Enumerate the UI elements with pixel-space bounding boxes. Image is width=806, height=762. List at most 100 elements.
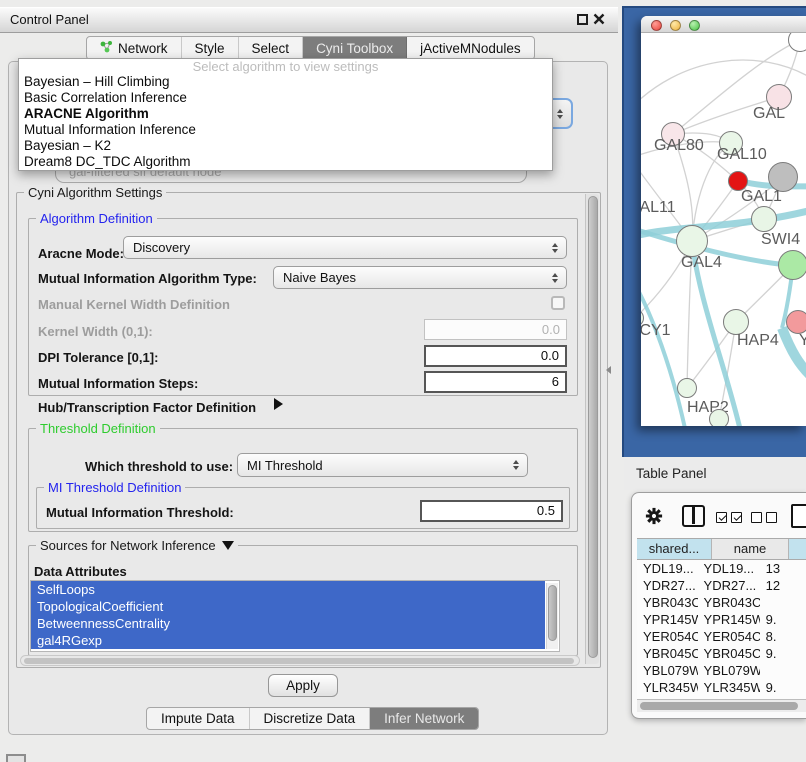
node-y[interactable] — [786, 310, 806, 334]
table-row[interactable]: YER054CYER054C8. — [637, 628, 806, 645]
tab-select[interactable]: Select — [239, 37, 304, 59]
control-panel-titlebar — [0, 7, 618, 33]
table-panel-title: Table Panel — [636, 466, 707, 481]
mi-threshold-input[interactable]: 0.5 — [420, 500, 563, 522]
node[interactable] — [709, 409, 729, 426]
which-threshold-value: MI Threshold — [247, 458, 323, 473]
column-header-a[interactable]: A — [789, 539, 806, 559]
network-window-titlebar[interactable] — [641, 16, 806, 33]
tab-impute-data[interactable]: Impute Data — [147, 708, 250, 729]
tab-infer-network[interactable]: Infer Network — [370, 708, 478, 729]
node-label-gal80: GAL80 — [654, 137, 704, 155]
attribute-item-topologicalcoefficient[interactable]: TopologicalCoefficient — [31, 598, 545, 615]
tab-network[interactable]: Network — [87, 37, 182, 59]
table-cell: YER054C — [698, 628, 760, 645]
tab-cyni-toolbox[interactable]: Cyni Toolbox — [303, 37, 407, 59]
float-window-icon[interactable] — [577, 14, 588, 25]
aracne-mode-value: Discovery — [133, 240, 190, 255]
deselect-all-checkboxes-icon[interactable] — [751, 512, 777, 523]
table-row[interactable]: YDR27...YDR27...12 — [637, 577, 806, 594]
table-cell: YDR27... — [698, 577, 760, 594]
table-cell: 12 — [760, 577, 806, 594]
bottom-tab-strip: Impute DataDiscretize DataInfer Network — [146, 707, 479, 730]
table-cell: YPR145W — [637, 611, 698, 628]
zoom-traffic-light-icon[interactable] — [689, 20, 700, 31]
table-cell: YLR345W — [698, 679, 760, 696]
control-panel-title: Control Panel — [10, 12, 89, 27]
settings-vertical-scrollbar[interactable] — [585, 194, 599, 664]
spinner-arrows-icon — [552, 273, 558, 283]
table-cell: YBR045C — [637, 645, 698, 662]
table-cell: YDR27... — [637, 577, 698, 594]
tab-jactivemnodules[interactable]: jActiveMNodules — [407, 37, 534, 59]
mi-type-combo[interactable]: Naive Bayes — [273, 266, 567, 289]
table-cell: YDL19... — [698, 560, 760, 577]
attribute-item-selfloops[interactable]: SelfLoops — [31, 581, 545, 598]
minimize-traffic-light-icon[interactable] — [670, 20, 681, 31]
close-icon[interactable] — [593, 13, 605, 25]
split-table-icon[interactable] — [682, 505, 705, 527]
algorithm-option-bayesian-k2[interactable]: Bayesian – K2 — [19, 138, 552, 154]
tab-label: Select — [252, 41, 290, 56]
table-row[interactable]: YDL19...YDL19...13 — [637, 560, 806, 577]
table-cell: 9. — [760, 645, 806, 662]
algorithm-option-basic-correlation-inference[interactable]: Basic Correlation Inference — [19, 90, 552, 106]
dpi-tolerance-label: DPI Tolerance [0,1]: — [38, 350, 158, 365]
algorithm-option-aracne-algorithm[interactable]: ARACNE Algorithm — [19, 106, 552, 122]
column-header-name[interactable]: name — [712, 539, 789, 559]
node-swi4[interactable] — [778, 250, 806, 280]
table-settings-gear-icon[interactable] — [645, 507, 663, 525]
close-traffic-light-icon[interactable] — [651, 20, 662, 31]
settings-horizontal-scrollbar[interactable] — [20, 655, 580, 666]
node-label-gal10: GAL10 — [717, 146, 767, 164]
tab-label: jActiveMNodules — [420, 41, 521, 56]
algorithm-option-dream8-dc-tdc-algorithm[interactable]: Dream8 DC_TDC Algorithm — [19, 154, 552, 170]
attributes-scrollbar-thumb[interactable] — [548, 585, 557, 641]
tab-discretize-data[interactable]: Discretize Data — [250, 708, 371, 729]
minimized-panel-icon[interactable] — [6, 754, 26, 762]
table-cell: 8. — [760, 628, 806, 645]
panel-splitter-handle[interactable] — [606, 366, 611, 374]
node-gal1[interactable] — [751, 206, 777, 232]
table-cell: 9. — [760, 611, 806, 628]
node-label-gal4: GAL4 — [681, 254, 722, 272]
spinner-arrows-icon — [513, 460, 519, 470]
table-row[interactable]: YBR043CYBR043C — [637, 594, 806, 611]
data-attributes-list[interactable]: SelfLoopsTopologicalCoefficientBetweenne… — [30, 580, 560, 652]
table-cell: YBL079W — [698, 662, 760, 679]
mi-threshold-label: Mutual Information Threshold: — [46, 505, 234, 520]
table-row[interactable]: YPR145WYPR145W9. — [637, 611, 806, 628]
aracne-mode-combo[interactable]: Discovery — [123, 236, 567, 259]
manual-kernel-checkbox[interactable] — [551, 296, 565, 310]
select-all-checkboxes-icon[interactable] — [716, 512, 742, 523]
mi-steps-input[interactable]: 6 — [424, 371, 567, 393]
which-threshold-combo[interactable]: MI Threshold — [237, 453, 528, 477]
table-row[interactable]: YBL079WYBL079W — [637, 662, 806, 679]
table-body: YDL19...YDL19...13YDR27...YDR27...12YBR0… — [637, 560, 806, 700]
kernel-width-label: Kernel Width (0,1): — [38, 324, 153, 339]
table-horizontal-scrollbar[interactable] — [637, 699, 806, 712]
manual-kernel-label: Manual Kernel Width Definition — [38, 297, 230, 312]
network-canvas[interactable]: GALGAL80GAL10GAL1GAL11GAL4SWI4GCY1HAP4YH… — [641, 33, 806, 426]
node-hap2[interactable] — [677, 378, 697, 398]
algorithm-option-mutual-information-inference[interactable]: Mutual Information Inference — [19, 122, 552, 138]
dpi-tolerance-input[interactable]: 0.0 — [424, 345, 567, 367]
node-gal4[interactable] — [676, 225, 708, 257]
tab-style[interactable]: Style — [182, 37, 239, 59]
table-row[interactable]: YLR345WYLR345W9. — [637, 679, 806, 696]
apply-button[interactable]: Apply — [268, 674, 338, 697]
table-cell: YDL19... — [637, 560, 698, 577]
table-row[interactable]: YBR045CYBR045C9. — [637, 645, 806, 662]
new-table-icon[interactable] — [791, 504, 806, 528]
attribute-item-gal4rgexp[interactable]: gal4RGexp — [31, 632, 545, 649]
attributes-scrollbar[interactable] — [546, 583, 558, 649]
mi-type-label: Mutual Information Algorithm Type: — [38, 271, 257, 286]
algorithm-option-bayesian-hill-climbing[interactable]: Bayesian – Hill Climbing — [19, 74, 552, 90]
kernel-width-input: 0.0 — [424, 319, 567, 340]
threshold-definition-title: Threshold Definition — [36, 421, 160, 436]
attribute-item-betweennesscentrality[interactable]: BetweennessCentrality — [31, 615, 545, 632]
collapse-arrow-icon[interactable] — [222, 541, 234, 550]
column-header-shared[interactable]: shared... — [637, 539, 712, 559]
spinner-arrows-icon — [552, 243, 558, 253]
expand-arrow-icon[interactable] — [274, 398, 283, 410]
